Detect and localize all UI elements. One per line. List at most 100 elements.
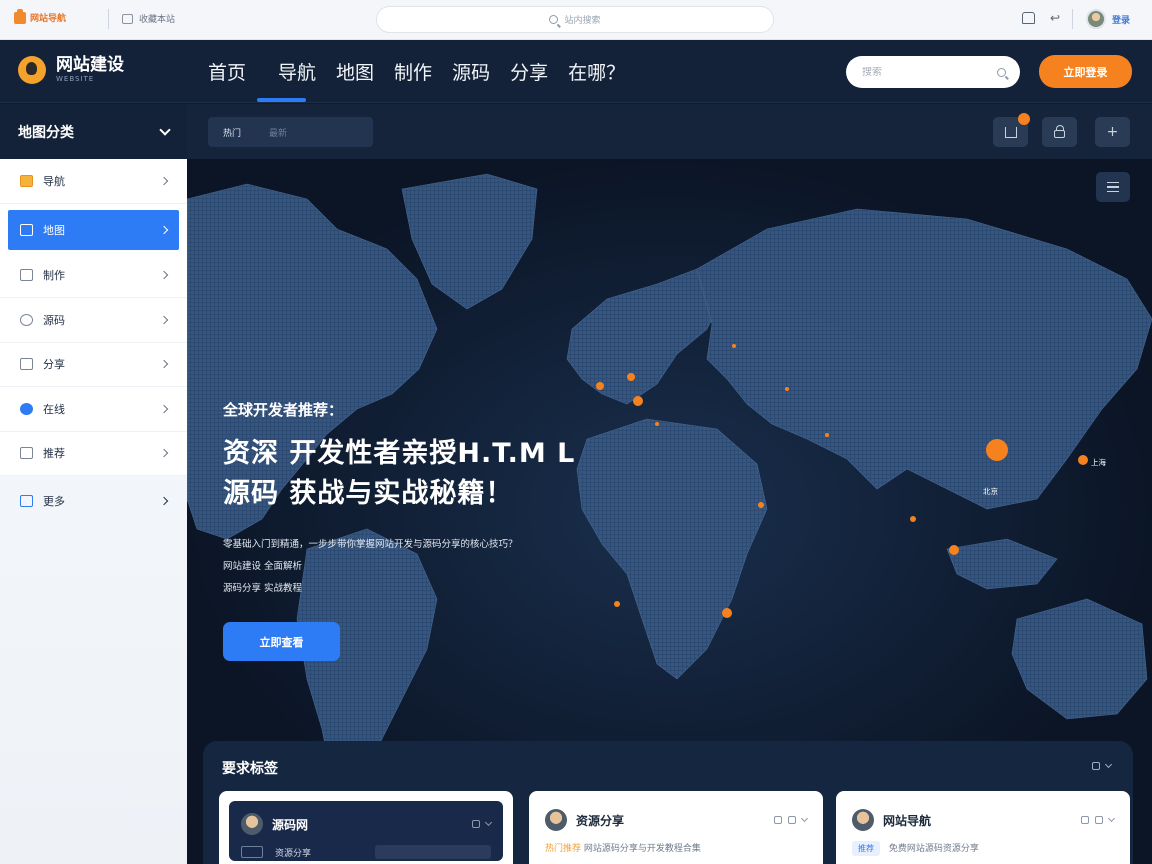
login-button[interactable]: 立即登录 — [1039, 55, 1132, 88]
chevron-down-icon[interactable] — [1107, 814, 1116, 822]
nav-item-source[interactable]: 源码 — [442, 40, 500, 103]
search-icon — [549, 15, 559, 24]
user-login-link[interactable]: 登录 — [1086, 9, 1130, 29]
copy-icon[interactable] — [1081, 816, 1089, 824]
resource-card[interactable]: 网站导航 推荐 免费网站源码资源分享 — [836, 791, 1130, 864]
copy-icon[interactable] — [1092, 762, 1100, 770]
user-icon — [20, 313, 33, 326]
search-icon[interactable] — [997, 67, 1006, 77]
avatar — [852, 809, 874, 831]
sidebar-item-source[interactable]: 源码 — [0, 298, 187, 343]
header-search[interactable] — [846, 56, 1020, 88]
chevron-down-icon — [159, 123, 171, 136]
lock-icon — [1054, 125, 1065, 138]
copy-icon[interactable] — [472, 820, 480, 828]
user-login-label: 登录 — [1112, 15, 1131, 26]
home-icon — [14, 8, 26, 24]
browser-topbar: 网站导航 收藏本站 站内搜索 ↩ 登录 — [0, 0, 1152, 40]
card-name: 源码网 — [272, 817, 309, 832]
bookmark-link[interactable]: 收藏本站 — [122, 12, 175, 25]
card-header: 资源分享 — [545, 809, 809, 831]
sidebar-list: 导航 地图 制作 源码 分享 在线 推荐 — [0, 159, 187, 476]
card-tools[interactable] — [1081, 814, 1116, 824]
top-search-placeholder: 站内搜索 — [564, 16, 601, 26]
avatar — [241, 813, 263, 835]
card-header: 源码网 — [241, 813, 493, 835]
card-tag: 推荐 — [852, 841, 880, 856]
map-label-beijing: 北京 — [983, 487, 998, 496]
filter-icon-line — [1107, 186, 1119, 188]
chevron-down-icon[interactable] — [800, 814, 809, 822]
lock-button[interactable] — [1042, 117, 1077, 147]
copy-icon[interactable] — [788, 816, 796, 824]
site-header: 网站建设 WEBSITE 首页 导航 地图 制作 源码 分享 在哪？ 立即登录 — [0, 40, 1152, 103]
nav-item-map[interactable]: 地图 — [326, 40, 384, 103]
copy-icon[interactable] — [774, 816, 782, 824]
hero-title-line2: 源码 获战与实战秘籍！ — [223, 478, 514, 509]
chevron-right-icon — [159, 449, 169, 458]
card-tools[interactable] — [774, 814, 809, 824]
card-text: 网站源码分享与开发教程合集 — [583, 844, 701, 854]
site-brand-label: 网站导航 — [30, 14, 67, 24]
home-icon — [20, 269, 33, 282]
card-text: 免费网站源码资源分享 — [888, 844, 979, 854]
sidebar-header[interactable]: 地图分类 — [0, 104, 187, 159]
chevron-down-icon[interactable] — [1104, 760, 1113, 768]
site-logo[interactable]: 网站建设 WEBSITE — [18, 56, 124, 84]
hero-section: 全球开发者推荐： 资深 开发性者亲授H.T.M L 源码 获战与实战秘籍！ 零基… — [223, 399, 575, 661]
card-field[interactable] — [375, 845, 491, 859]
bookmark-icon — [122, 13, 133, 24]
divider — [108, 9, 109, 29]
cart-button[interactable] — [993, 113, 1030, 147]
resource-card[interactable]: 资源分享 热门推荐 网站源码分享与开发教程合集 — [529, 791, 823, 864]
map-label-shanghai: 上海 — [1091, 458, 1106, 467]
chevron-down-icon[interactable] — [484, 818, 493, 826]
back-icon[interactable]: ↩ — [1050, 11, 1060, 25]
panel-title: 要求标签 — [222, 761, 278, 777]
sidebar-item-label: 制作 — [43, 269, 65, 283]
copy-icon[interactable] — [1095, 816, 1103, 824]
filter-icon-line — [1107, 190, 1119, 193]
filter-button[interactable] — [1096, 172, 1130, 202]
hero-cta-button[interactable]: 立即查看 — [223, 622, 340, 661]
folder-icon — [241, 846, 263, 858]
sidebar-item-label: 推荐 — [43, 447, 65, 461]
card-sub-label: 资源分享 — [275, 848, 312, 859]
top-search-bar[interactable]: 站内搜索 — [376, 6, 774, 33]
notification-badge — [1018, 113, 1030, 125]
hero-desc-line: 源码分享 实战教程 — [223, 583, 303, 594]
sidebar-item-label: 在线 — [43, 402, 65, 416]
sidebar-item-make[interactable]: 制作 — [0, 254, 187, 298]
panel-controls[interactable] — [1092, 760, 1113, 770]
nav-item-guide[interactable]: 导航 — [256, 40, 326, 103]
card-name: 网站导航 — [883, 813, 932, 828]
nav-item-make[interactable]: 制作 — [384, 40, 442, 103]
resource-card[interactable]: 源码网 资源分享 — [219, 791, 513, 864]
plus-icon: + — [1106, 124, 1119, 140]
nav-item-where[interactable]: 在哪？ — [558, 40, 635, 103]
chevron-right-icon — [159, 271, 169, 280]
nav-item-home[interactable]: 首页 — [208, 40, 256, 103]
hero-desc-line: 网站建设 全面解析 — [223, 561, 303, 572]
sidebar-item-online[interactable]: 在线 — [0, 387, 187, 432]
site-brand-link[interactable]: 网站导航 — [14, 8, 67, 24]
sidebar-item-share[interactable]: 分享 — [0, 343, 187, 387]
sidebar-item-more[interactable]: 更多 — [0, 476, 187, 526]
tab-hot[interactable]: 热门 — [223, 126, 241, 139]
header-search-input[interactable] — [862, 66, 997, 78]
add-button[interactable]: + — [1095, 117, 1130, 147]
chevron-right-icon — [159, 404, 169, 413]
bag-icon[interactable] — [1022, 12, 1035, 24]
cart-icon — [1004, 126, 1017, 138]
card-tools[interactable] — [472, 818, 493, 828]
tab-latest[interactable]: 最新 — [269, 126, 287, 139]
wallet-icon — [20, 174, 33, 187]
sidebar-item-map[interactable]: 地图 — [8, 209, 179, 250]
chevron-right-icon — [159, 360, 169, 369]
nav-active-indicator — [257, 98, 306, 102]
card-line: 热门推荐 网站源码分享与开发教程合集 — [545, 841, 807, 854]
nav-item-share[interactable]: 分享 — [500, 40, 558, 103]
sidebar-item-guide[interactable]: 导航 — [0, 159, 187, 204]
sidebar-item-recommend[interactable]: 推荐 — [0, 432, 187, 476]
card-name: 资源分享 — [576, 813, 625, 828]
